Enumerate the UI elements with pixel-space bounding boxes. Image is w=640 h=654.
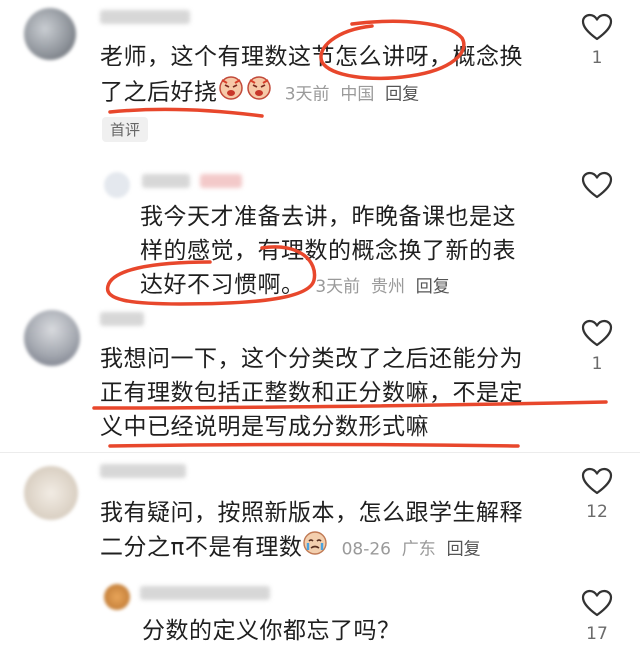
heart-icon	[581, 467, 613, 495]
username[interactable]	[100, 464, 186, 478]
crying-face-icon	[302, 530, 328, 566]
heart-icon	[581, 589, 613, 617]
reply-text: 我今天才准备去讲，昨晚备课也是这 样的感觉，有理数的概念换了新的表 达好不习惯啊…	[140, 200, 560, 304]
like-count: 1	[591, 48, 603, 68]
heart-icon	[581, 319, 613, 347]
reply-line: 分数的定义你都忘了吗？	[142, 618, 401, 644]
username[interactable]	[100, 10, 190, 24]
reply-line: 样的感觉，有理数的概念换了新的表	[140, 238, 516, 264]
reply-button[interactable]: 回复	[416, 277, 450, 297]
reply-text: 分数的定义你都忘了吗？	[142, 614, 542, 648]
comment-line: 我有疑问，按照新版本，怎么跟学生解释	[100, 500, 523, 526]
comment-meta: 3天前 中国 回复	[279, 85, 419, 105]
like-button[interactable]: 12	[580, 466, 614, 522]
first-comment-badge: 首评	[102, 117, 149, 142]
heart-icon	[581, 171, 613, 199]
like-button[interactable]: 1	[580, 318, 614, 374]
like-count: 12	[586, 502, 608, 522]
username[interactable]	[100, 312, 144, 326]
reply-line: 达好不习惯啊。 3天前 贵州 回复	[140, 268, 560, 304]
comment-line: 正有理数包括正整数和正分数嘛，不是定	[100, 380, 523, 406]
reply-1: 我今天才准备去讲，昨晚备课也是这 样的感觉，有理数的概念换了新的表 达好不习惯啊…	[0, 160, 640, 308]
reply-button[interactable]: 回复	[385, 85, 419, 105]
comment-meta: 08-26 广东 回复	[336, 539, 481, 560]
reply-meta: 3天前 贵州 回复	[305, 277, 450, 297]
avatar[interactable]	[104, 584, 130, 610]
comment-line: 义中已经说明是写成分数形式嘛	[100, 414, 429, 440]
comment-line-text: 二分之π不是有理数	[100, 534, 303, 561]
author-badge	[200, 174, 242, 188]
avatar[interactable]	[24, 8, 76, 60]
timestamp: 08-26	[341, 539, 391, 560]
reply-line: 我今天才准备去讲，昨晚备课也是这	[140, 204, 516, 230]
reply-2: 分数的定义你都忘了吗？ 17	[0, 576, 640, 654]
location: 贵州	[370, 277, 405, 297]
timestamp: 3天前	[284, 84, 330, 105]
angry-face-icon	[218, 74, 272, 112]
like-button[interactable]: 1	[580, 12, 614, 68]
avatar[interactable]	[24, 310, 80, 366]
like-button[interactable]: 17	[580, 588, 614, 644]
timestamp: 3天前	[315, 277, 361, 297]
reply-button[interactable]: 回复	[447, 540, 481, 560]
username[interactable]	[140, 586, 270, 600]
comment-line: 老师，这个有理数这节怎么讲呀，概念换	[100, 44, 523, 70]
comment-text: 我想问一下，这个分类改了之后还能分为 正有理数包括正整数和正分数嘛，不是定 义中…	[100, 342, 570, 444]
like-count: 1	[591, 354, 603, 374]
comment-1: 老师，这个有理数这节怎么讲呀，概念换 了之后好挠 3天前 中国 回复 首评 1	[0, 0, 640, 160]
like-count: 17	[586, 624, 608, 644]
reply-line-text: 达好不习惯啊。	[140, 272, 305, 298]
avatar[interactable]	[104, 172, 130, 198]
comment-line: 我想问一下，这个分类改了之后还能分为	[100, 346, 523, 372]
comment-3: 我有疑问，按照新版本，怎么跟学生解释 二分之π不是有理数 08-26 广东 回复…	[0, 456, 640, 572]
avatar[interactable]	[24, 466, 78, 520]
divider	[0, 452, 640, 453]
comment-line: 二分之π不是有理数 08-26 广东 回复	[100, 530, 570, 567]
comment-line-text: 了之后好挠	[100, 79, 218, 106]
location: 广东	[401, 539, 436, 560]
comment-line: 了之后好挠 3天前 中国 回复	[100, 74, 560, 112]
location: 中国	[340, 84, 375, 105]
comment-text: 我有疑问，按照新版本，怎么跟学生解释 二分之π不是有理数 08-26 广东 回复	[100, 496, 570, 567]
username[interactable]	[142, 174, 190, 188]
comment-text: 老师，这个有理数这节怎么讲呀，概念换 了之后好挠 3天前 中国 回复	[100, 40, 560, 112]
like-button[interactable]	[580, 170, 614, 200]
heart-icon	[581, 13, 613, 41]
comment-2: 我想问一下，这个分类改了之后还能分为 正有理数包括正整数和正分数嘛，不是定 义中…	[0, 308, 640, 454]
